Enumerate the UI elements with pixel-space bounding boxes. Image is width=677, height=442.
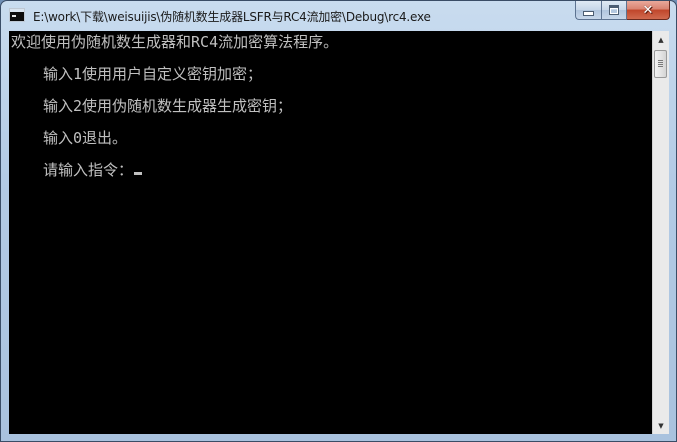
title-bar[interactable]: E:\work\下载\weisuijis\伪随机数生成器LSFR与RC4流加密\… — [1, 1, 676, 32]
maximize-icon — [609, 5, 619, 15]
vertical-scrollbar[interactable]: ▲ ▼ — [652, 31, 669, 434]
console-icon[interactable] — [9, 8, 25, 22]
caption-buttons: ✕ — [575, 1, 670, 21]
text-cursor — [134, 172, 143, 175]
minimize-icon — [583, 10, 594, 16]
maximize-button[interactable] — [601, 1, 627, 20]
welcome-line: 欢迎使用伪随机数生成器和RC4流加密算法程序。 — [11, 33, 339, 51]
grip-icon — [658, 60, 663, 67]
console-window: E:\work\下载\weisuijis\伪随机数生成器LSFR与RC4流加密\… — [0, 0, 677, 442]
command-prompt[interactable]: 请输入指令： — [43, 160, 143, 180]
menu-option-2: 输入2使用伪随机数生成器生成密钥； — [43, 97, 293, 115]
prompt-label: 请输入指令： — [43, 161, 134, 179]
window-title: E:\work\下载\weisuijis\伪随机数生成器LSFR与RC4流加密\… — [33, 10, 431, 24]
scrollbar-thumb[interactable] — [654, 50, 667, 78]
arrow-up-icon: ▲ — [658, 35, 664, 44]
arrow-down-icon: ▼ — [658, 421, 664, 430]
console-output[interactable]: 欢迎使用伪随机数生成器和RC4流加密算法程序。 输入1使用用户自定义密钥加密； … — [9, 31, 652, 434]
close-button[interactable]: ✕ — [627, 1, 670, 20]
menu-option-0: 输入0退出。 — [43, 129, 128, 147]
minimize-button[interactable] — [575, 1, 601, 20]
menu-option-1: 输入1使用用户自定义密钥加密； — [43, 65, 263, 83]
scroll-down-button[interactable]: ▼ — [653, 417, 669, 434]
scroll-up-button[interactable]: ▲ — [653, 31, 669, 48]
close-icon: ✕ — [642, 2, 654, 18]
